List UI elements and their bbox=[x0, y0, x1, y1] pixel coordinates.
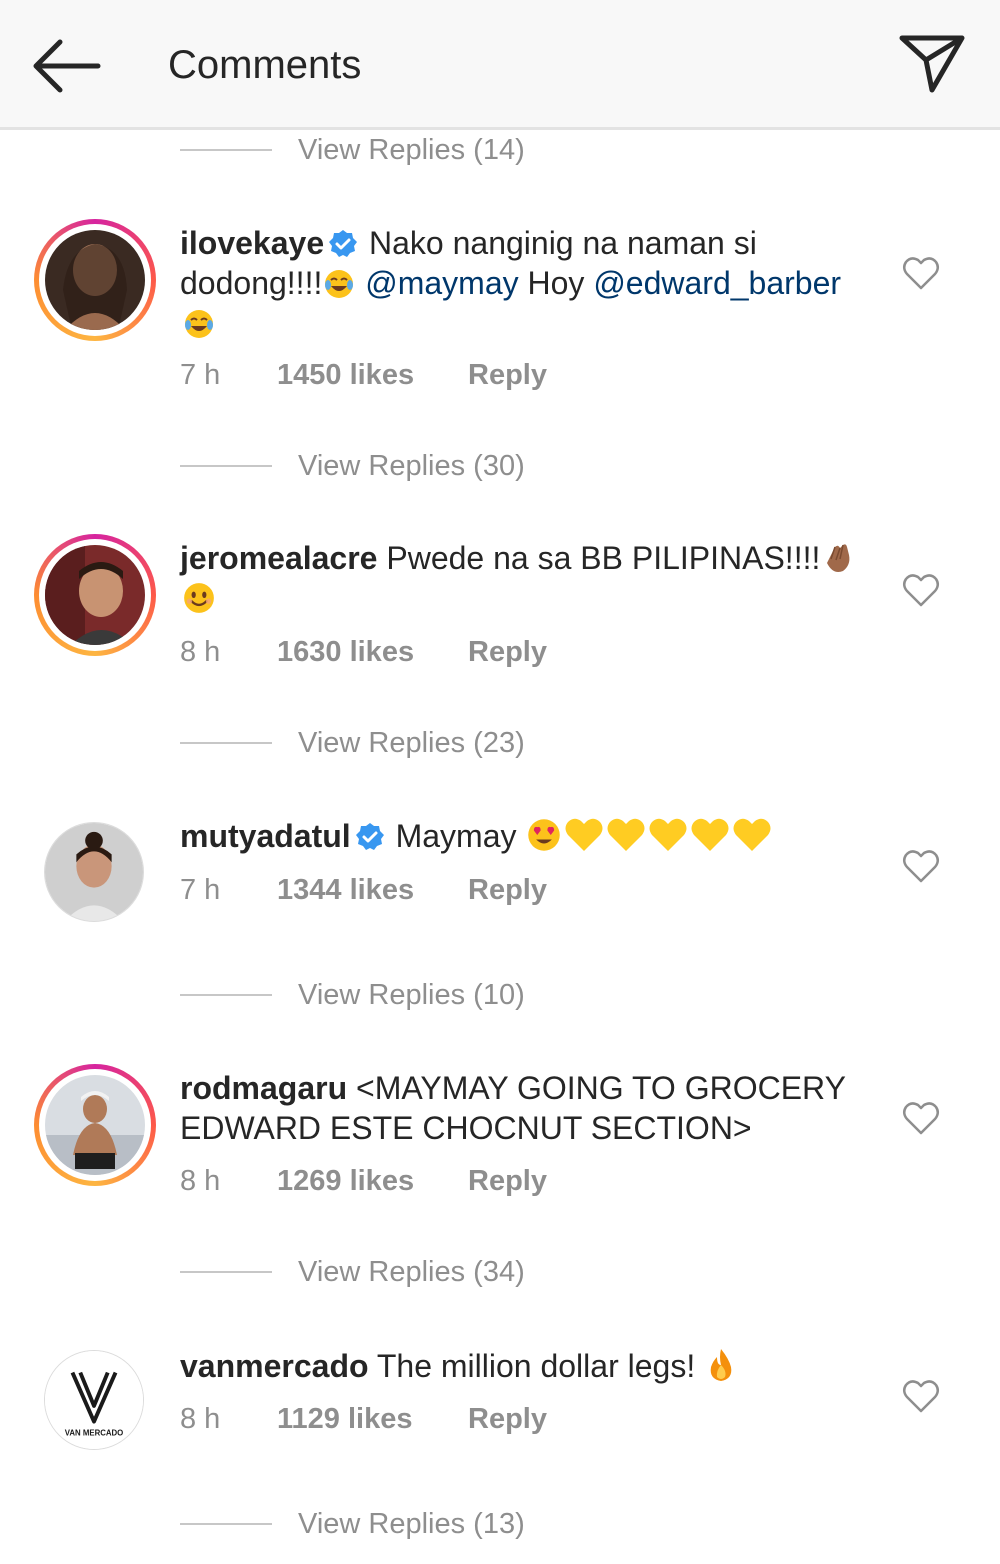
heart-outline-icon[interactable] bbox=[902, 1100, 940, 1136]
avatar bbox=[45, 1075, 145, 1175]
comment-username[interactable]: ilovekaye bbox=[180, 225, 324, 261]
heart-outline-icon[interactable] bbox=[902, 572, 940, 608]
view-replies-label: View Replies (10) bbox=[298, 979, 525, 1011]
tears-of-joy-emoji-icon bbox=[185, 310, 213, 338]
avatar bbox=[45, 545, 145, 645]
verified-badge-icon bbox=[329, 230, 358, 257]
comment-time: 7 h bbox=[180, 359, 221, 391]
divider-line bbox=[180, 1523, 272, 1525]
comment-body: Maymay bbox=[395, 818, 517, 854]
reply-button[interactable]: Reply bbox=[468, 1161, 547, 1201]
comment-text: jeromealacre Pwede na sa BB PILIPINAS!!!… bbox=[180, 538, 880, 618]
comment-likes[interactable]: 1630 likes bbox=[277, 632, 414, 672]
divider-line bbox=[180, 149, 272, 151]
divider-line bbox=[180, 994, 272, 996]
smiling-face-emoji-icon bbox=[184, 583, 214, 613]
divider-line bbox=[180, 465, 272, 467]
reply-button[interactable]: Reply bbox=[468, 632, 547, 672]
view-replies-label: View Replies (30) bbox=[298, 450, 525, 482]
comment-body: EDWARD ESTE CHOCNUT SECTION> bbox=[180, 1110, 752, 1146]
comment-text: ilovekaye Nako nanginig na naman si dodo… bbox=[180, 223, 880, 343]
view-replies-label: View Replies (14) bbox=[298, 134, 525, 166]
divider-line bbox=[180, 1271, 272, 1273]
mention-link[interactable]: @maymay bbox=[365, 265, 518, 301]
comment-username[interactable]: vanmercado bbox=[180, 1348, 369, 1384]
comment-text: rodmagaru <MAYMAY GOING TO GROCERY EDWAR… bbox=[180, 1068, 880, 1148]
verified-badge-icon bbox=[355, 823, 384, 850]
reply-button[interactable]: Reply bbox=[468, 1399, 547, 1439]
avatar[interactable]: VAN MERCADO bbox=[44, 1350, 144, 1450]
comment-likes[interactable]: 1344 likes bbox=[277, 870, 414, 910]
comment-text: vanmercado The million dollar legs! bbox=[180, 1346, 880, 1386]
avatar-story-ring[interactable] bbox=[34, 534, 156, 656]
comment-likes[interactable]: 1129 likes bbox=[277, 1399, 412, 1439]
yellow-heart-emoji-icon bbox=[649, 818, 687, 851]
yellow-heart-emoji-icon bbox=[565, 818, 603, 851]
comment-body: The million dollar legs! bbox=[376, 1348, 696, 1384]
avatar-story-ring[interactable] bbox=[34, 1064, 156, 1186]
comment-body: Pwede na sa BB PILIPINAS!!!! bbox=[386, 540, 821, 576]
yellow-heart-emoji-icon bbox=[691, 818, 729, 851]
comments-header: Comments bbox=[0, 0, 1000, 130]
clapping-hands-emoji-icon bbox=[827, 544, 850, 572]
paper-plane-icon[interactable] bbox=[896, 30, 968, 96]
view-replies-toggle[interactable]: View Replies (14) bbox=[180, 130, 600, 170]
yellow-heart-emoji-icon bbox=[607, 818, 645, 851]
heart-outline-icon[interactable] bbox=[902, 1378, 940, 1414]
reply-button[interactable]: Reply bbox=[468, 355, 547, 395]
comment-body: Hoy bbox=[527, 265, 585, 301]
view-replies-toggle[interactable]: View Replies (34) bbox=[180, 1252, 600, 1292]
heart-eyes-emoji-icon bbox=[528, 819, 561, 851]
yellow-heart-emoji-icon bbox=[733, 818, 771, 851]
view-replies-toggle[interactable]: View Replies (10) bbox=[180, 975, 600, 1015]
comment-body: dodong!!!! bbox=[180, 265, 323, 301]
comment-text: mutyadatul Maymay bbox=[180, 816, 880, 856]
comment-username[interactable]: mutyadatul bbox=[180, 818, 351, 854]
view-replies-label: View Replies (23) bbox=[298, 727, 525, 759]
divider-line bbox=[180, 742, 272, 744]
view-replies-toggle[interactable]: View Replies (30) bbox=[180, 446, 600, 486]
avatar bbox=[45, 230, 145, 330]
comment-body: <MAYMAY GOING TO GROCERY bbox=[356, 1070, 846, 1106]
comment-username[interactable]: jeromealacre bbox=[180, 540, 377, 576]
heart-outline-icon[interactable] bbox=[902, 255, 940, 291]
avatar-logo-text: VAN MERCADO bbox=[65, 1428, 124, 1437]
comment-time: 8 h bbox=[180, 636, 221, 668]
comment-likes[interactable]: 1450 likes bbox=[277, 355, 414, 395]
view-replies-label: View Replies (34) bbox=[298, 1256, 525, 1288]
tears-of-joy-emoji-icon bbox=[325, 270, 354, 298]
comment-time: 8 h bbox=[180, 1165, 221, 1197]
view-replies-toggle[interactable]: View Replies (13) bbox=[180, 1504, 600, 1544]
fire-emoji-icon bbox=[710, 1349, 732, 1381]
mention-link[interactable]: @edward_barber bbox=[593, 265, 841, 301]
reply-button[interactable]: Reply bbox=[468, 870, 547, 910]
comment-username[interactable]: rodmagaru bbox=[180, 1070, 347, 1106]
view-replies-label: View Replies (13) bbox=[298, 1508, 525, 1540]
comment-body: Nako nanginig na naman si bbox=[369, 225, 757, 261]
heart-outline-icon[interactable] bbox=[902, 848, 940, 884]
comment-likes[interactable]: 1269 likes bbox=[277, 1161, 414, 1201]
view-replies-toggle[interactable]: View Replies (23) bbox=[180, 723, 600, 763]
page-title: Comments bbox=[168, 43, 362, 87]
back-arrow-icon[interactable] bbox=[28, 38, 104, 94]
avatar-story-ring[interactable] bbox=[34, 219, 156, 341]
avatar[interactable] bbox=[44, 822, 144, 922]
comment-time: 8 h bbox=[180, 1403, 221, 1435]
comment-time: 7 h bbox=[180, 874, 221, 906]
